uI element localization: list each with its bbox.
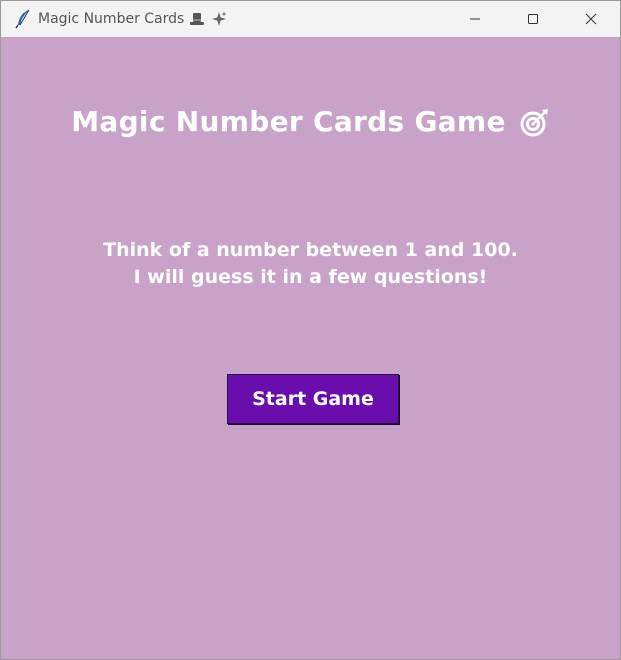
feather-icon [11, 7, 35, 31]
instruction-line: Think of a number between 1 and 100. [103, 239, 518, 261]
top-hat-icon [189, 11, 205, 27]
minimize-button[interactable] [446, 1, 504, 37]
target-icon [520, 107, 550, 137]
maximize-icon [527, 10, 539, 29]
page-title-text: Magic Number Cards Game [71, 105, 506, 138]
instructions-text: Think of a number between 1 and 100. I w… [1, 237, 620, 291]
page-title: Magic Number Cards Game [1, 105, 620, 138]
window-title-text: Magic Number Cards [38, 11, 185, 27]
sparkles-icon [210, 11, 228, 27]
minimize-icon [469, 10, 481, 29]
instruction-line: I will guess it in a few questions! [133, 266, 488, 288]
main-content: Magic Number Cards Game Think of a numbe… [1, 37, 620, 659]
maximize-button[interactable] [504, 1, 562, 37]
start-game-button[interactable]: Start Game [227, 374, 399, 424]
close-icon [585, 10, 597, 29]
close-button[interactable] [562, 1, 620, 37]
title-bar[interactable]: Magic Number Cards [1, 1, 620, 37]
app-window: Magic Number Cards Magic Number Cards Ga… [0, 0, 621, 660]
window-controls [446, 1, 620, 37]
window-title: Magic Number Cards [38, 11, 228, 27]
